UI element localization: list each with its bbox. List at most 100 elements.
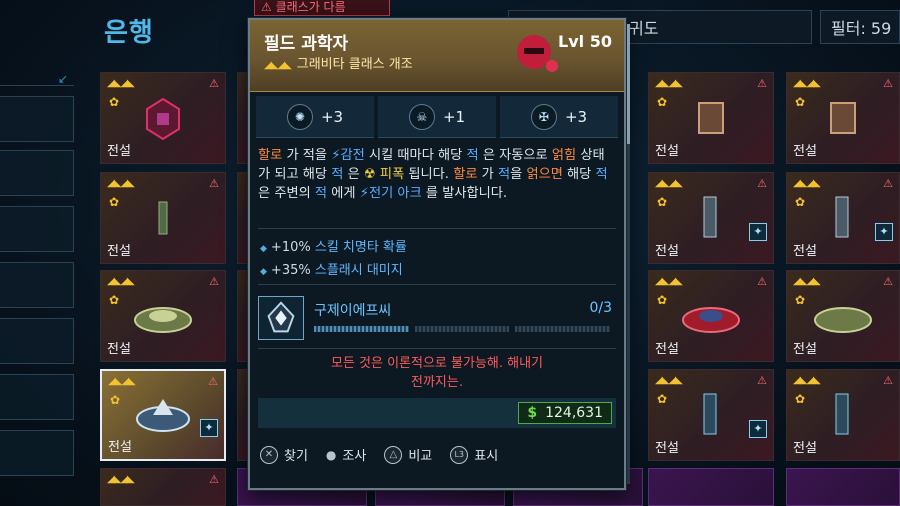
class-icon: ✿: [795, 195, 806, 209]
class-mod-icon: [830, 102, 856, 134]
card-label: 전설: [107, 342, 131, 357]
compare-action[interactable]: △ 비교: [384, 445, 432, 464]
anointment-progress-bar: [314, 326, 611, 332]
element-icon: ✦: [200, 419, 218, 437]
card-label: 전설: [655, 244, 679, 259]
rarity-icon: ◢◣◢◣: [655, 178, 683, 189]
triangle-button-icon: △: [384, 445, 403, 464]
find-action[interactable]: ✕ 찾기: [260, 445, 308, 464]
left-menu-item[interactable]: [0, 96, 74, 142]
class-icon: ✿: [795, 95, 806, 109]
element-icon: ✦: [749, 223, 767, 241]
inspect-action[interactable]: ● 조사: [325, 445, 366, 465]
bonus-value: +1: [442, 107, 466, 126]
divider: [258, 284, 616, 285]
stat-line: ◆ +10% 스킬 치명타 확률: [260, 240, 407, 255]
item-card[interactable]: ◢◣◢◣ ⚠ ✿ ✦ 전설: [786, 172, 900, 264]
item-card[interactable]: ◢◣◢◣ ⚠ ✿ ✦ 전설: [648, 172, 774, 264]
divider: [258, 228, 616, 229]
warning-icon: ⚠: [757, 177, 767, 190]
card-label: 전설: [793, 144, 817, 159]
rarity-icon: ◢◣◢◣: [264, 60, 292, 71]
item-subtype: ◢◣◢◣ 그래비타 클래스 개조: [264, 53, 413, 72]
left-menu-item[interactable]: [0, 150, 74, 196]
card-label: 전설: [108, 440, 132, 455]
warning-icon: ⚠: [883, 374, 893, 387]
skill-bonus: ✺ +3: [256, 96, 374, 138]
cross-button-icon: ✕: [260, 445, 278, 464]
left-menu-item[interactable]: [0, 318, 74, 364]
display-action[interactable]: L3 표시: [450, 445, 498, 464]
card-label: 전설: [655, 144, 679, 159]
rarity-icon: ◢◣◢◣: [793, 276, 821, 287]
warning-icon: ⚠: [883, 275, 893, 288]
item-price: $124,631: [518, 402, 612, 424]
stat-line: ◆ +35% 스플래시 대미지: [260, 263, 403, 278]
item-name: 필드 과학자: [264, 34, 349, 54]
card-label: 전설: [655, 342, 679, 357]
rarity-icon: ◢◣◢◣: [107, 78, 135, 89]
left-menu-item[interactable]: [0, 374, 74, 420]
left-menu-item[interactable]: [0, 262, 74, 308]
item-card[interactable]: ◢◣◢◣ ⚠ ✿ 전설: [786, 270, 900, 362]
item-card[interactable]: ◢◣◢◣ ⚠ ✿ 전설: [648, 72, 774, 164]
left-menu-item[interactable]: [0, 430, 74, 476]
warning-icon: ⚠: [757, 77, 767, 90]
item-card[interactable]: ◢◣◢◣ ⚠ ✿ 전설: [786, 72, 900, 164]
sort-value: 귀도: [629, 19, 659, 38]
card-label: 전설: [793, 244, 817, 259]
filter-button[interactable]: 필터: 59: [820, 10, 900, 44]
warning-text: 클래스가 다름: [275, 0, 346, 14]
item-level: Lvl 50: [558, 32, 612, 51]
price-value: 124,631: [545, 405, 603, 421]
skill-3-icon: ✠: [530, 103, 557, 130]
item-card[interactable]: ◢◣◢◣ ⚠: [100, 468, 226, 506]
l3-button-icon: L3: [450, 445, 469, 464]
grenade-icon: [136, 399, 190, 432]
left-menu-item[interactable]: [0, 206, 74, 252]
warning-icon: ⚠: [209, 473, 219, 486]
action-label: 찾기: [284, 449, 308, 464]
item-card[interactable]: [648, 468, 774, 506]
rarity-icon: ◢◣◢◣: [107, 474, 135, 485]
skill-bonus-row: ✺ +3 ☠ +1 ✠ +3: [256, 96, 618, 138]
item-card-selected[interactable]: ◢◣◢◣ ⚠ ✿ ✦ 전설: [100, 369, 226, 461]
element-icon: ✦: [875, 223, 893, 241]
item-description: 할로 가 적을 ⚡감전 시킬 때마다 해당 적 은 자동으로 얽힘 상태가 되고…: [258, 148, 608, 201]
class-icon: ✿: [109, 195, 120, 209]
rarity-icon: ◢◣◢◣: [793, 375, 821, 386]
flavor-line: 전까지는.: [411, 375, 463, 390]
card-label: 전설: [655, 441, 679, 456]
class-icon: ✿: [657, 195, 668, 209]
rarity-icon: ◢◣◢◣: [793, 78, 821, 89]
rarity-icon: ◢◣◢◣: [655, 276, 683, 287]
item-card[interactable]: ◢◣◢◣ ⚠ ✿ 전설: [100, 172, 226, 264]
skill-1-icon: ✺: [286, 103, 313, 130]
gun-icon: [835, 393, 849, 435]
price-bar: $124,631: [258, 398, 616, 428]
stick-icon: ●: [325, 447, 337, 462]
gun-icon: [703, 393, 717, 435]
item-card[interactable]: ◢◣◢◣ ⚠ ✿ ✦ 전설: [648, 369, 774, 461]
anointment-icon: [258, 296, 304, 340]
anointment-row: 구제이에프씨 0/3: [258, 296, 616, 344]
class-icon: ✿: [657, 392, 668, 406]
action-bar: ✕ 찾기 ● 조사 △ 비교 L3 표시: [260, 445, 618, 464]
rarity-icon: ◢◣◢◣: [655, 375, 683, 386]
item-card[interactable]: ◢◣◢◣ ⚠ ✿ 전설: [100, 72, 226, 164]
item-card[interactable]: ◢◣◢◣ ⚠ ✿ 전설: [648, 270, 774, 362]
item-tooltip: 필드 과학자 ◢◣◢◣ 그래비타 클래스 개조 Lvl 50 ✺ +3 ☠ +1 ✠ +…: [248, 18, 626, 490]
item-card[interactable]: [786, 468, 900, 506]
tooltip-scrollbar-thumb[interactable]: [627, 24, 630, 144]
item-card[interactable]: ◢◣◢◣ ⚠ ✿ 전설: [786, 369, 900, 461]
class-icon: ✿: [795, 392, 806, 406]
skill-2-icon: ☠: [408, 103, 435, 130]
warning-icon: ⚠: [209, 275, 219, 288]
item-card[interactable]: ◢◣◢◣ ⚠ ✿ 전설: [100, 270, 226, 362]
rarity-icon: ◢◣◢◣: [655, 78, 683, 89]
gun-icon: [835, 196, 849, 238]
page-title: 은행: [104, 18, 154, 48]
class-icon: ✿: [110, 393, 121, 407]
gun-icon: [703, 196, 717, 238]
collapse-arrow-icon[interactable]: ↙: [58, 72, 68, 86]
